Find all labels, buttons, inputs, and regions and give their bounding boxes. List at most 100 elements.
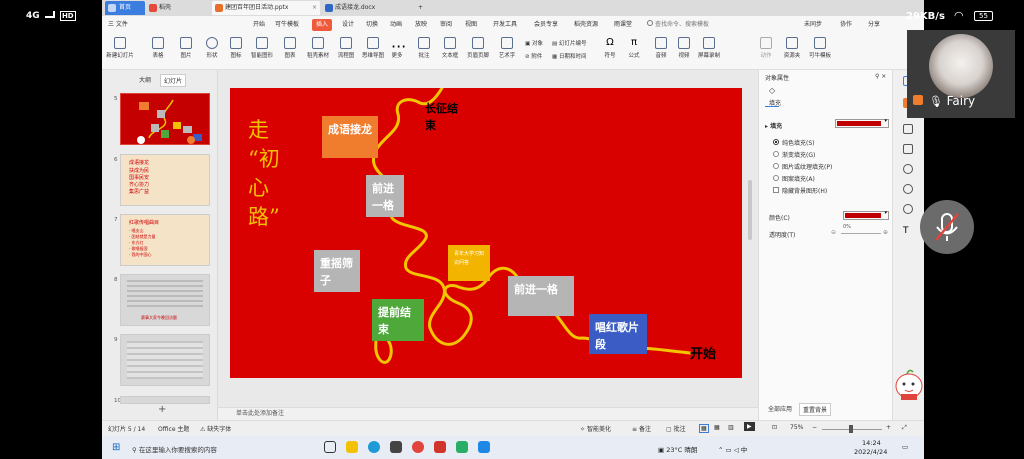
tray-icons[interactable]: ⌃ ▭ ◁ 中: [718, 444, 747, 454]
brush-icon[interactable]: [903, 124, 913, 134]
action-button[interactable]: 动作: [752, 36, 780, 68]
icon-button[interactable]: 图标: [222, 36, 250, 68]
help-icon[interactable]: [903, 164, 913, 174]
windows-start-icon[interactable]: ⊞: [112, 442, 120, 453]
smart-beautify-button[interactable]: ✧ 智能美化: [580, 424, 611, 433]
tab-docer[interactable]: 稻壳: [146, 1, 210, 15]
radio-pattern-fill[interactable]: [773, 175, 779, 181]
datetime-button[interactable]: ▦ 日期和时间: [552, 52, 586, 60]
search-command[interactable]: 查找命令、搜索模板: [647, 19, 709, 31]
screen-record-button[interactable]: 屏幕录制: [695, 36, 723, 68]
radio-gradient-fill[interactable]: [773, 151, 779, 157]
keniu-template-button[interactable]: 可牛模板: [806, 36, 834, 68]
reading-view-icon[interactable]: ▥: [728, 424, 734, 431]
tab-outline[interactable]: 大纲: [136, 74, 154, 85]
text-icon[interactable]: T: [903, 226, 913, 236]
chrome-icon[interactable]: [412, 441, 424, 453]
zoom-slider-handle[interactable]: [849, 425, 853, 433]
panel-pin-icon[interactable]: ⚲ ×: [875, 73, 886, 80]
hide-background-label[interactable]: 隐藏背景图形(H): [782, 186, 827, 195]
slide-thumbnail-9[interactable]: [120, 334, 210, 386]
video-button[interactable]: 视频: [670, 36, 698, 68]
radio-picture-fill[interactable]: [773, 163, 779, 169]
tab-home[interactable]: 首页: [105, 1, 145, 15]
zoom-in-icon[interactable]: +: [886, 424, 891, 431]
start-label[interactable]: 开始: [690, 343, 716, 362]
new-slide-button[interactable]: 新建幻灯片: [106, 36, 134, 68]
weather-widget[interactable]: ▣ 23°C 晴朗: [658, 444, 697, 454]
slide-thumbnail-7[interactable]: 红歌传唱曲目 · 唱支山 · 团结就是力量 · 东方红 · 歌唱祖国 · 我的中…: [120, 214, 210, 266]
menu-docer-resources[interactable]: 稻壳资源: [574, 19, 598, 31]
transparency-value[interactable]: 0%: [843, 224, 851, 230]
smart-art-button[interactable]: 智能图形: [248, 36, 276, 68]
box-forward-top[interactable]: 前进一格: [366, 175, 404, 217]
app-icon[interactable]: [478, 441, 490, 453]
zoom-menu-icon[interactable]: ⊡: [772, 424, 777, 431]
radio-solid-fill[interactable]: [773, 139, 779, 145]
end-label[interactable]: 长征结 束: [425, 100, 458, 134]
file-explorer-icon[interactable]: [346, 441, 358, 453]
fit-window-icon[interactable]: ⤢: [902, 424, 907, 432]
participant-video[interactable]: 🎙 Fairy: [907, 30, 1015, 118]
slide-canvas[interactable]: 走 “初 心 路” 长征结 束 开始 成语接龙 前进一格 重摇筛子 提前结束 青…: [230, 88, 742, 378]
menu-review[interactable]: 审阅: [440, 19, 452, 31]
play-button[interactable]: ▶: [744, 422, 755, 431]
formula-button[interactable]: π 公式: [620, 36, 648, 68]
menu-transition[interactable]: 切换: [366, 19, 378, 31]
picture-button[interactable]: 图片: [172, 36, 200, 68]
more-button[interactable]: ··· 更多: [383, 36, 411, 68]
chart-button[interactable]: 图表: [276, 36, 304, 68]
option-picture-fill[interactable]: 图片或纹理填充(P): [782, 162, 832, 171]
menu-member[interactable]: 会员专享: [534, 19, 558, 31]
missing-font[interactable]: ⚠ 缺失字体: [200, 424, 231, 433]
task-view-icon[interactable]: [324, 441, 336, 453]
dollar-icon[interactable]: [903, 184, 913, 194]
location-icon[interactable]: [903, 204, 913, 214]
collab-button[interactable]: 协作: [840, 19, 852, 31]
fill-color-dropdown[interactable]: ▾: [835, 118, 889, 128]
edge-icon[interactable]: [368, 441, 380, 453]
menu-animation[interactable]: 动画: [390, 19, 402, 31]
comments-toggle[interactable]: ▢ 批注: [666, 424, 686, 433]
box-idiom-chain[interactable]: 成语接龙: [322, 116, 378, 158]
sorter-view-icon[interactable]: ▦: [714, 424, 720, 431]
minus-icon[interactable]: ⊖: [831, 229, 836, 236]
attachment-button[interactable]: ⊘ 附件: [525, 52, 542, 60]
option-gradient-fill[interactable]: 渐变填充(G): [782, 150, 815, 159]
tab-pptx[interactable]: 建团百年团日活动.pptx ×: [212, 1, 320, 15]
share-button[interactable]: 分享: [868, 19, 880, 31]
menu-file[interactable]: 三 文件: [108, 19, 128, 31]
canvas-scrollbar[interactable]: [748, 180, 752, 240]
slide-thumbnail-8[interactable]: 赛事大家今晚回访题: [120, 274, 210, 326]
new-tab-button[interactable]: +: [414, 1, 428, 15]
menu-home[interactable]: 开始: [253, 19, 265, 31]
store-icon[interactable]: [390, 441, 402, 453]
menu-insert[interactable]: 插入: [312, 19, 333, 31]
add-slide-icon[interactable]: +: [158, 404, 166, 415]
menu-keniu-template[interactable]: 可牛模板: [275, 19, 299, 31]
menu-dev-tools[interactable]: 开发工具: [493, 19, 517, 31]
menu-slideshow[interactable]: 放映: [415, 19, 427, 31]
tab-slides[interactable]: 幻灯片: [160, 74, 187, 87]
menu-view[interactable]: 视图: [465, 19, 477, 31]
zoom-level[interactable]: 75%: [790, 424, 803, 431]
mute-microphone-button[interactable]: [920, 200, 974, 254]
object-button[interactable]: ▣ 对象: [525, 39, 543, 47]
textbox-button[interactable]: 文本框: [436, 36, 464, 68]
notification-icon[interactable]: ▭: [902, 443, 908, 451]
slide-thumbnail-10[interactable]: [120, 396, 210, 404]
notes-area[interactable]: 单击此处添加备注: [218, 407, 758, 420]
layers-icon[interactable]: [903, 144, 913, 154]
color-dropdown[interactable]: ▾: [843, 210, 889, 220]
slide-number-button[interactable]: ▤ 幻灯片编号: [552, 39, 586, 47]
slide-thumbnail-5[interactable]: [120, 93, 210, 145]
box-sing-red-song[interactable]: 唱红歌片段: [589, 314, 647, 354]
table-button[interactable]: 表格: [144, 36, 172, 68]
header-footer-button[interactable]: 页眉页脚: [464, 36, 492, 68]
reset-background-button[interactable]: 重置背景: [799, 403, 832, 416]
comment-button[interactable]: 批注: [410, 36, 438, 68]
slide-thumbnail-6[interactable]: 成语接龙 扶成为民 国事民安 齐心协力 集思广益: [120, 154, 210, 206]
plus-icon[interactable]: ⊕: [883, 229, 888, 236]
vertical-title[interactable]: 走 “初 心 路”: [248, 116, 280, 232]
zoom-out-icon[interactable]: −: [812, 424, 817, 431]
